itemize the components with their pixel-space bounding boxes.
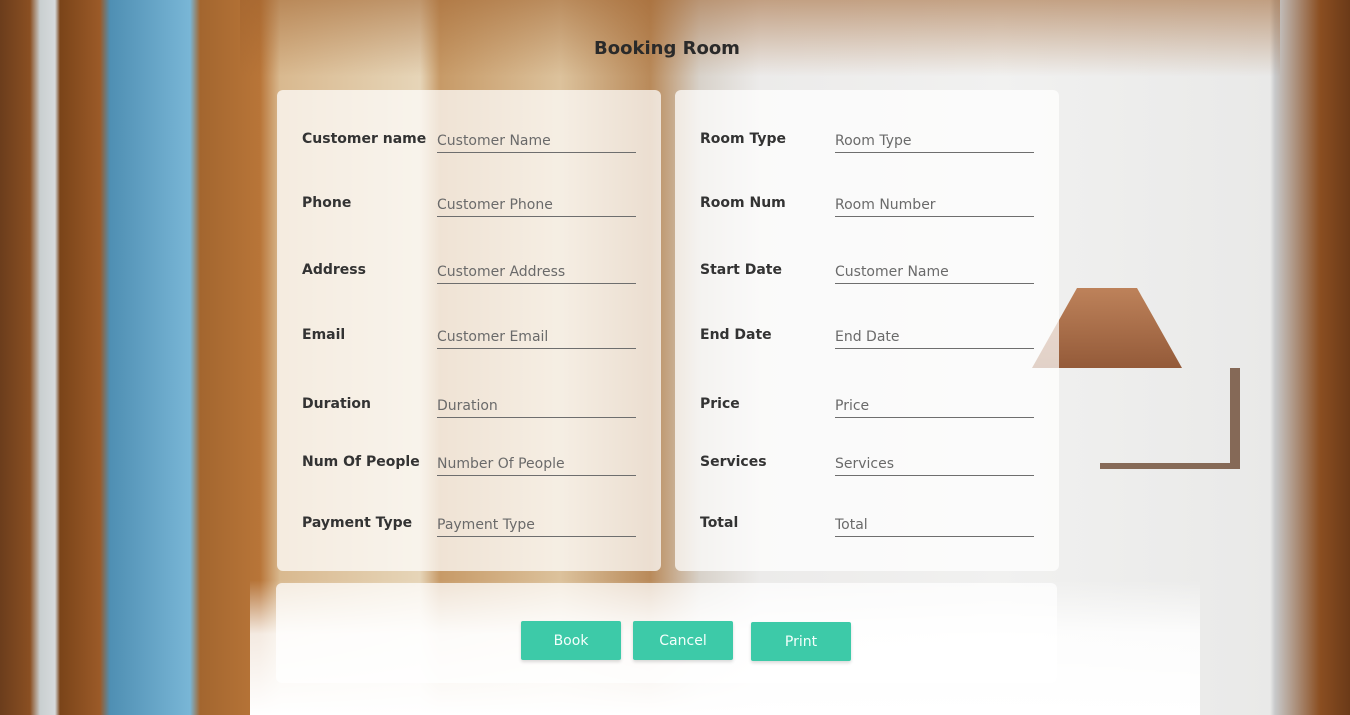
actions-panel: Book Cancel Print — [276, 583, 1057, 683]
price-input[interactable] — [835, 394, 1034, 418]
email-row: Email — [302, 325, 636, 359]
page-title: Booking Room — [594, 38, 740, 59]
start-date-label: Start Date — [700, 262, 782, 278]
room-info-panel: Room Type Room Num Start Date End Date P… — [675, 90, 1059, 571]
duration-label: Duration — [302, 396, 372, 412]
num-of-people-row: Num Of People — [302, 452, 636, 486]
phone-label: Phone — [302, 195, 352, 211]
book-button[interactable]: Book — [521, 621, 621, 660]
room-num-input[interactable] — [835, 193, 1034, 217]
price-label: Price — [700, 396, 740, 412]
services-row: Services — [700, 452, 1034, 486]
room-type-label: Room Type — [700, 131, 787, 147]
email-input[interactable] — [437, 325, 636, 349]
payment-type-row: Payment Type — [302, 513, 636, 547]
customer-name-label: Customer name — [302, 131, 427, 147]
room-type-input[interactable] — [835, 129, 1034, 153]
customer-info-panel: Customer name Phone Address Email Durati… — [277, 90, 661, 571]
end-date-row: End Date — [700, 325, 1034, 359]
address-input[interactable] — [437, 260, 636, 284]
address-row: Address — [302, 260, 636, 294]
end-date-label: End Date — [700, 327, 772, 343]
customer-name-input[interactable] — [437, 129, 636, 153]
duration-row: Duration — [302, 394, 636, 428]
total-input[interactable] — [835, 513, 1034, 537]
room-num-label: Room Num — [700, 195, 786, 211]
room-type-row: Room Type — [700, 129, 1034, 163]
print-button[interactable]: Print — [751, 622, 851, 661]
price-row: Price — [700, 394, 1034, 428]
total-row: Total — [700, 513, 1034, 547]
phone-input[interactable] — [437, 193, 636, 217]
customer-name-row: Customer name — [302, 129, 636, 163]
total-label: Total — [700, 515, 739, 531]
start-date-row: Start Date — [700, 260, 1034, 294]
payment-type-input[interactable] — [437, 513, 636, 537]
duration-input[interactable] — [437, 394, 636, 418]
services-label: Services — [700, 454, 767, 470]
end-date-input[interactable] — [835, 325, 1034, 349]
booking-page: Booking Room Customer name Phone Address… — [0, 0, 1350, 715]
services-input[interactable] — [835, 452, 1034, 476]
room-num-row: Room Num — [700, 193, 1034, 227]
num-of-people-label: Num Of People — [302, 454, 420, 470]
phone-row: Phone — [302, 193, 636, 227]
start-date-input[interactable] — [835, 260, 1034, 284]
address-label: Address — [302, 262, 366, 278]
email-label: Email — [302, 327, 346, 343]
wall-lamp-arm — [1100, 368, 1240, 469]
num-of-people-input[interactable] — [437, 452, 636, 476]
cancel-button[interactable]: Cancel — [633, 621, 733, 660]
payment-type-label: Payment Type — [302, 515, 413, 531]
